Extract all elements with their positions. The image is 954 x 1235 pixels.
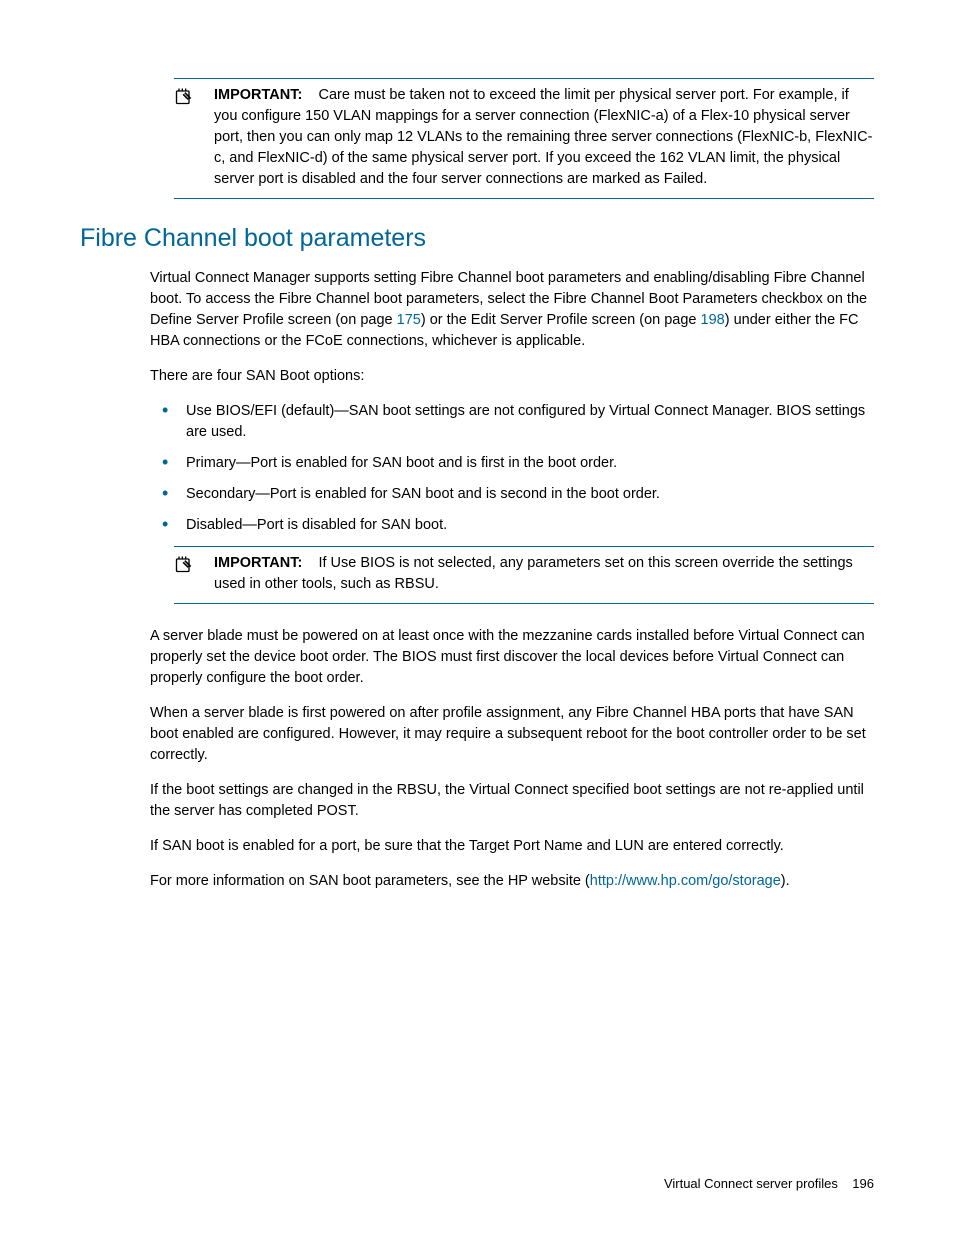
important-icon xyxy=(174,85,214,190)
list-item: Secondary—Port is enabled for SAN boot a… xyxy=(150,484,874,505)
important-label: IMPORTANT: xyxy=(214,555,302,571)
page-content: IMPORTANT: Care must be taken not to exc… xyxy=(0,0,954,946)
paragraph: When a server blade is first powered on … xyxy=(150,703,874,766)
paragraph: If the boot settings are changed in the … xyxy=(150,780,874,822)
list-item: Use BIOS/EFI (default)—SAN boot settings… xyxy=(150,401,874,443)
important-callout-1: IMPORTANT: Care must be taken not to exc… xyxy=(174,78,874,199)
list-item: Disabled—Port is disabled for SAN boot. xyxy=(150,515,874,536)
hp-storage-link[interactable]: http://www.hp.com/go/storage xyxy=(590,873,781,889)
page-link-198[interactable]: 198 xyxy=(701,312,725,328)
san-boot-options-list: Use BIOS/EFI (default)—SAN boot settings… xyxy=(150,401,874,536)
important-text-1: IMPORTANT: Care must be taken not to exc… xyxy=(214,85,874,190)
footer-page-number: 196 xyxy=(852,1176,874,1191)
paragraph: A server blade must be powered on at lea… xyxy=(150,626,874,689)
page-footer: Virtual Connect server profiles 196 xyxy=(664,1175,874,1193)
section-heading: Fibre Channel boot parameters xyxy=(80,221,874,256)
footer-section: Virtual Connect server profiles xyxy=(664,1176,838,1191)
page-link-175[interactable]: 175 xyxy=(397,312,421,328)
paragraph: If SAN boot is enabled for a port, be su… xyxy=(150,836,874,857)
list-item: Primary—Port is enabled for SAN boot and… xyxy=(150,453,874,474)
important-text-2: IMPORTANT: If Use BIOS is not selected, … xyxy=(214,553,874,595)
options-intro: There are four SAN Boot options: xyxy=(150,366,874,387)
paragraph-with-link: For more information on SAN boot paramet… xyxy=(150,871,874,892)
important-icon xyxy=(174,553,214,595)
intro-paragraph: Virtual Connect Manager supports setting… xyxy=(150,268,874,352)
important-callout-2: IMPORTANT: If Use BIOS is not selected, … xyxy=(174,546,874,604)
important-label: IMPORTANT: xyxy=(214,87,302,103)
